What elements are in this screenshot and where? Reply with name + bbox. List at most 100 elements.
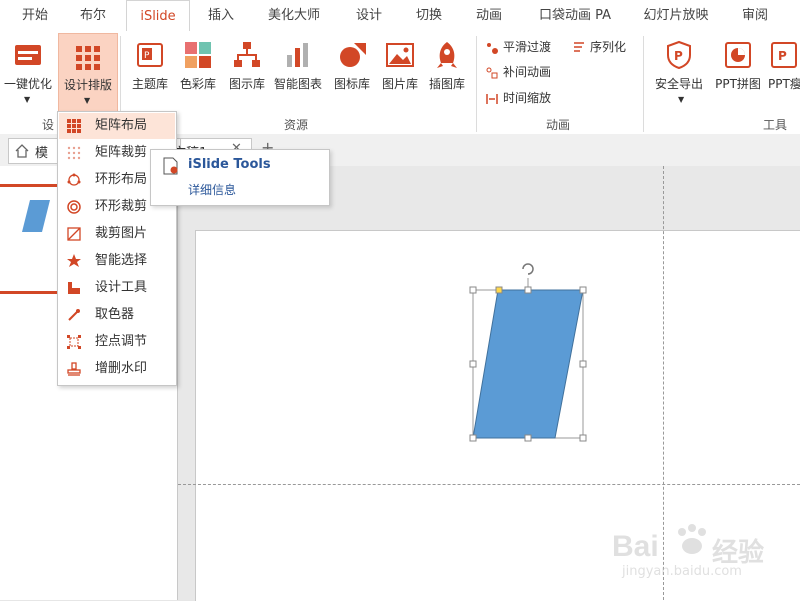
smooth-transition-button[interactable]: 平滑过渡 <box>485 37 551 57</box>
illustration-library-button[interactable]: 插图库 <box>422 31 472 111</box>
islide-tools-tooltip: iSlide Tools 详细信息 <box>150 149 330 206</box>
tab-islide[interactable]: iSlide <box>126 0 190 33</box>
safe-export-label: 安全导出 <box>654 77 703 91</box>
matrix-layout-icon <box>67 119 81 133</box>
ring-crop-icon <box>67 200 81 214</box>
smart-chart-label: 智能图表 <box>273 77 322 91</box>
dropdown-arrow-icon: ▼ <box>84 96 91 105</box>
menu-item-label: 环形裁剪 <box>95 199 148 214</box>
tab-pocket-animation[interactable]: 口袋动画 PA <box>530 0 620 31</box>
ppt-slim-button[interactable]: P PPT瘦 <box>768 31 800 111</box>
color-library-icon <box>185 42 211 68</box>
selected-parallelogram-shape[interactable] <box>464 258 594 450</box>
baidu-watermark: Bai 经验 jingyan.baidu.com <box>612 520 792 590</box>
smart-chart-button[interactable]: 智能图表 <box>270 31 326 111</box>
one-key-optimize-icon <box>15 45 41 65</box>
tab-animations[interactable]: 动画 <box>464 0 514 31</box>
tab-transitions[interactable]: 切换 <box>404 0 454 31</box>
tooltip-title: iSlide Tools <box>188 157 271 172</box>
one-key-optimize-label: 一键优化 <box>3 77 52 91</box>
tooltip-details-link[interactable]: 详细信息 <box>188 181 236 198</box>
group-separator <box>476 36 477 132</box>
matrix-crop-icon <box>67 146 81 160</box>
icon-library-icon <box>340 43 366 67</box>
watermark-brand: Bai <box>612 530 659 563</box>
time-scale-icon <box>486 93 498 104</box>
ppt-slim-label: PPT瘦 <box>768 77 800 91</box>
time-scale-button[interactable]: 时间缩放 <box>485 88 551 108</box>
svg-text:P: P <box>778 49 787 63</box>
smooth-transition-icon <box>487 42 498 54</box>
dropdown-arrow-icon: ▼ <box>24 95 31 104</box>
group-label-tools: 工具 <box>763 118 788 132</box>
diagram-library-label: 图示库 <box>228 77 265 91</box>
menu-item-matrix-layout[interactable]: 矩阵布局 <box>59 113 175 139</box>
tab-design[interactable]: 设计 <box>344 0 394 31</box>
menu-item-smart-select[interactable]: 智能选择 <box>59 248 175 274</box>
menu-item-label: 取色器 <box>95 307 135 322</box>
menu-item-watermark[interactable]: 增删水印 <box>59 356 175 382</box>
theme-library-button[interactable]: P 主题库 <box>126 31 174 111</box>
ppt-slim-icon: P <box>771 42 797 68</box>
group-label-animation: 动画 <box>546 118 571 132</box>
diagram-library-button[interactable]: 图示库 <box>222 31 272 111</box>
safe-export-button[interactable]: P 安全导出 ▼ <box>650 31 708 111</box>
group-separator <box>643 36 644 132</box>
smooth-transition-label: 平滑过渡 <box>503 40 552 54</box>
time-scale-label: 时间缩放 <box>503 91 552 105</box>
sequence-button[interactable]: 序列化 <box>572 37 626 57</box>
handle-adjust-icon <box>67 335 81 349</box>
shield-icon: P <box>667 40 691 70</box>
tab-review[interactable]: 审阅 <box>730 0 780 31</box>
crop-picture-icon <box>67 227 81 241</box>
home-icon <box>15 144 29 158</box>
one-key-optimize-button[interactable]: 一键优化 ▼ <box>0 31 56 111</box>
tab-beautify-master[interactable]: 美化大师 <box>258 0 330 31</box>
menu-item-label: 裁剪图片 <box>95 226 148 241</box>
tab-home[interactable]: 开始 <box>8 0 62 31</box>
tween-animation-label: 补间动画 <box>503 65 552 79</box>
group-label-resources: 资源 <box>284 118 309 132</box>
tab-insert[interactable]: 插入 <box>196 0 246 31</box>
theme-library-icon: P <box>137 43 163 67</box>
paw-icon <box>678 524 706 554</box>
design-layout-button[interactable]: 设计排版 ▼ <box>58 33 118 113</box>
menu-item-design-tools[interactable]: 设计工具 <box>59 275 175 301</box>
menu-item-color-picker[interactable]: 取色器 <box>59 302 175 328</box>
menu-item-label: 矩阵布局 <box>95 118 148 133</box>
color-library-label: 色彩库 <box>179 77 216 91</box>
horizontal-guide[interactable] <box>178 484 800 485</box>
svg-text:P: P <box>674 49 683 63</box>
islide-tools-icon <box>163 157 178 175</box>
ring-layout-icon <box>67 173 81 186</box>
tween-animation-button[interactable]: 补间动画 <box>485 62 551 82</box>
menu-item-handle-adjust[interactable]: 控点调节 <box>59 329 175 355</box>
design-layout-label: 设计排版 <box>63 78 112 92</box>
group-label-design: 设 <box>42 118 55 132</box>
thumbnail-shape[interactable] <box>22 200 50 232</box>
svg-text:P: P <box>144 51 150 61</box>
menu-item-label: 智能选择 <box>95 253 148 268</box>
sequence-label: 序列化 <box>590 40 627 54</box>
picture-library-button[interactable]: 图片库 <box>376 31 424 111</box>
color-picker-icon <box>68 309 80 321</box>
ppt-collage-button[interactable]: PPT拼图 <box>710 31 766 111</box>
ppt-collage-label: PPT拼图 <box>715 77 761 91</box>
icon-library-button[interactable]: 图标库 <box>328 31 376 111</box>
menu-item-label: 增删水印 <box>95 361 148 376</box>
tween-animation-icon <box>486 67 498 78</box>
design-tools-icon <box>68 282 80 294</box>
theme-library-label: 主题库 <box>131 77 168 91</box>
watermark-url: jingyan.baidu.com <box>622 564 742 579</box>
tab-boolean[interactable]: 布尔 <box>66 0 120 31</box>
diagram-library-icon <box>234 42 260 67</box>
ribbon-tab-bar: 开始 布尔 iSlide 插入 美化大师 设计 切换 动画 口袋动画 PA 幻灯… <box>0 0 800 33</box>
picture-library-icon <box>386 43 414 67</box>
menu-item-crop-picture[interactable]: 裁剪图片 <box>59 221 175 247</box>
menu-item-label: 矩阵裁剪 <box>95 145 148 160</box>
watermark-icon <box>67 362 81 376</box>
color-library-button[interactable]: 色彩库 <box>174 31 222 111</box>
start-tab-label: 模 <box>35 146 49 161</box>
tab-slideshow[interactable]: 幻灯片放映 <box>636 0 716 31</box>
ppt-collage-icon <box>725 42 751 68</box>
